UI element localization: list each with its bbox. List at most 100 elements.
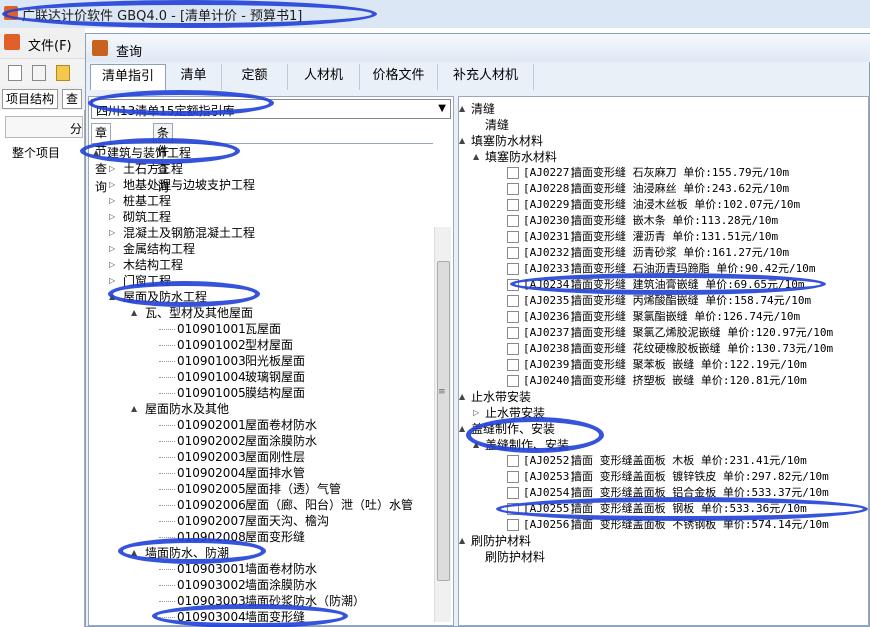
tree-node[interactable]: ▲ 盖缝制作、安装 — [459, 421, 868, 437]
tab-list-guide[interactable]: 清单指引 — [90, 64, 166, 90]
tree-node[interactable]: 010901003 阳光板屋面 — [91, 353, 431, 369]
quota-item[interactable]: [AJ0233] 墙面变形缝 石油沥青玛蹄脂 单价:90.42元/10m — [459, 261, 868, 277]
quota-item[interactable]: [AJ0230] 墙面变形缝 嵌木条 单价:113.28元/10m — [459, 213, 868, 229]
tree-node[interactable]: 清缝 — [459, 117, 868, 133]
item-checkbox[interactable] — [507, 519, 519, 531]
collapse-icon[interactable]: ▲ — [459, 533, 465, 549]
item-checkbox[interactable] — [507, 215, 519, 227]
quota-item[interactable]: [AJ0234] 墙面变形缝 建筑油膏嵌缝 单价:69.65元/10m — [459, 277, 868, 293]
quota-item[interactable]: [AJ0239] 墙面变形缝 聚苯板 嵌缝 单价:122.19元/10m — [459, 357, 868, 373]
whole-project-node[interactable]: 整个项目 — [12, 144, 60, 161]
collapse-icon[interactable]: ▲ — [459, 133, 465, 149]
tree-node[interactable]: 010902004 屋面排水管 — [91, 465, 431, 481]
tree-node[interactable]: 010903004 墙面变形缝 — [91, 609, 431, 623]
quota-item[interactable]: [AJ0227] 墙面变形缝 石灰麻刀 单价:155.79元/10m — [459, 165, 868, 181]
collapse-icon[interactable]: ▲ — [131, 305, 137, 321]
collapse-icon[interactable]: ▲ — [473, 437, 479, 453]
tree-node[interactable]: ▷ 金属结构工程 — [91, 241, 431, 257]
item-checkbox[interactable] — [507, 183, 519, 195]
tab-price-file[interactable]: 价格文件 — [360, 64, 438, 90]
quota-item[interactable]: [AJ0252] 墙面 变形缝盖面板 木板 单价:231.41元/10m — [459, 453, 868, 469]
tree-node[interactable]: 010902003 屋面刚性层 — [91, 449, 431, 465]
tab-quota[interactable]: 定额 — [222, 64, 288, 90]
item-checkbox[interactable] — [507, 311, 519, 323]
item-checkbox[interactable] — [507, 343, 519, 355]
chapter-tree-scrollbar[interactable]: ≡ — [434, 227, 451, 622]
quota-item[interactable]: [AJ0238] 墙面变形缝 花纹硬橡胶板嵌缝 单价:130.73元/10m — [459, 341, 868, 357]
item-checkbox[interactable] — [507, 247, 519, 259]
tab-labor-material-machine[interactable]: 人材机 — [288, 64, 360, 90]
collapse-icon[interactable]: ▲ — [459, 389, 465, 405]
collapse-icon[interactable]: ▲ — [459, 101, 465, 117]
item-checkbox[interactable] — [507, 487, 519, 499]
quota-item[interactable]: [AJ0235] 墙面变形缝 丙烯酸酯嵌缝 单价:158.74元/10m — [459, 293, 868, 309]
quota-item[interactable]: [AJ0253] 墙面 变形缝盖面板 镀锌铁皮 单价:297.82元/10m — [459, 469, 868, 485]
quota-item[interactable]: [AJ0255] 墙面 变形缝盖面板 钢板 单价:533.36元/10m — [459, 501, 868, 517]
expand-icon[interactable]: ▷ — [473, 405, 479, 421]
item-checkbox[interactable] — [507, 471, 519, 483]
item-checkbox[interactable] — [507, 375, 519, 387]
new-template-icon[interactable] — [32, 65, 46, 81]
tree-node[interactable]: ▲ 屋面防水及其他 — [91, 401, 431, 417]
collapse-icon[interactable]: ▲ — [459, 421, 465, 437]
quota-item[interactable]: [AJ0236] 墙面变形缝 聚氯酯嵌缝 单价:126.74元/10m — [459, 309, 868, 325]
expand-icon[interactable]: ▷ — [109, 193, 115, 209]
file-menu-icon[interactable] — [4, 34, 20, 50]
quota-item[interactable]: [AJ0254] 墙面 变形缝盖面板 铝合金板 单价:533.37元/10m — [459, 485, 868, 501]
tree-node[interactable]: 010902007 屋面天沟、檐沟 — [91, 513, 431, 529]
tab-search[interactable]: 查 — [62, 89, 83, 109]
tree-node[interactable]: ▲ 瓦、型材及其他屋面 — [91, 305, 431, 321]
tree-node[interactable]: 010902006 屋面（廊、阳台）泄（吐）水管 — [91, 497, 431, 513]
item-checkbox[interactable] — [507, 295, 519, 307]
tree-node[interactable]: 010902008 屋面变形缝 — [91, 529, 431, 545]
item-checkbox[interactable] — [507, 455, 519, 467]
new-file-icon[interactable] — [8, 65, 22, 81]
tree-node[interactable]: 010903003 墙面砂浆防水（防潮） — [91, 593, 431, 609]
expand-icon[interactable]: ▷ — [109, 225, 115, 241]
item-checkbox[interactable] — [507, 167, 519, 179]
tree-node[interactable]: 010902002 屋面涂膜防水 — [91, 433, 431, 449]
collapse-icon[interactable]: ▲ — [93, 145, 99, 161]
tree-node[interactable]: ▲ 建筑与装饰工程 — [91, 145, 431, 161]
tree-node[interactable]: 010901004 玻璃钢屋面 — [91, 369, 431, 385]
quota-item[interactable]: [AJ0240] 墙面变形缝 挤塑板 嵌缝 单价:120.81元/10m — [459, 373, 868, 389]
item-checkbox[interactable] — [507, 231, 519, 243]
collapse-icon[interactable]: ▲ — [473, 149, 479, 165]
item-checkbox[interactable] — [507, 199, 519, 211]
tree-node[interactable]: ▲ 填塞防水材料 — [459, 149, 868, 165]
item-checkbox[interactable] — [507, 359, 519, 371]
tree-node[interactable]: 010901005 膜结构屋面 — [91, 385, 431, 401]
expand-icon[interactable]: ▷ — [109, 177, 115, 193]
file-menu[interactable]: 文件(F) — [28, 35, 72, 54]
quota-item[interactable]: [AJ0228] 墙面变形缝 油浸麻丝 单价:243.62元/10m — [459, 181, 868, 197]
tab-chapter-query[interactable]: 章节查询 — [91, 123, 112, 194]
quota-item[interactable]: [AJ0232] 墙面变形缝 沥青砂浆 单价:161.27元/10m — [459, 245, 868, 261]
tree-node[interactable]: ▷ 门窗工程 — [91, 273, 431, 289]
tree-node[interactable]: ▷ 止水带安装 — [459, 405, 868, 421]
tab-supplement-material[interactable]: 补充人材机 — [438, 64, 534, 90]
expand-icon[interactable]: ▷ — [109, 241, 115, 257]
item-checkbox[interactable] — [507, 503, 519, 515]
tree-node[interactable]: 010903001 墙面卷材防水 — [91, 561, 431, 577]
tab-condition-query[interactable]: 条件查询 — [153, 123, 174, 194]
expand-icon[interactable]: ▷ — [109, 209, 115, 225]
item-checkbox[interactable] — [507, 327, 519, 339]
tree-node[interactable]: ▲ 填塞防水材料 — [459, 133, 868, 149]
tab-project-structure[interactable]: 项目结构 — [2, 89, 59, 109]
open-folder-icon[interactable] — [56, 65, 70, 81]
tree-node[interactable]: ▷ 土石方工程 — [91, 161, 431, 177]
dropdown-arrow-icon[interactable]: ▼ — [438, 103, 446, 114]
tree-node[interactable]: 010903002 墙面涂膜防水 — [91, 577, 431, 593]
tree-node[interactable]: ▲ 盖缝制作、安装 — [459, 437, 868, 453]
collapse-icon[interactable]: ▲ — [131, 545, 137, 561]
item-checkbox[interactable] — [507, 279, 519, 291]
expand-icon[interactable]: ▷ — [109, 161, 115, 177]
quota-item[interactable]: [AJ0229] 墙面变形缝 油浸木丝板 单价:102.07元/10m — [459, 197, 868, 213]
expand-icon[interactable]: ▷ — [109, 273, 115, 289]
quota-item[interactable]: [AJ0256] 墙面 变形缝盖面板 不锈钢板 单价:574.14元/10m — [459, 517, 868, 533]
tree-node[interactable]: 刷防护材料 — [459, 549, 868, 565]
tree-node[interactable]: ▷ 木结构工程 — [91, 257, 431, 273]
tree-node[interactable]: ▲ 刷防护材料 — [459, 533, 868, 549]
tree-node[interactable]: ▷ 桩基工程 — [91, 193, 431, 209]
tree-node[interactable]: ▲ 屋面及防水工程 — [91, 289, 431, 305]
